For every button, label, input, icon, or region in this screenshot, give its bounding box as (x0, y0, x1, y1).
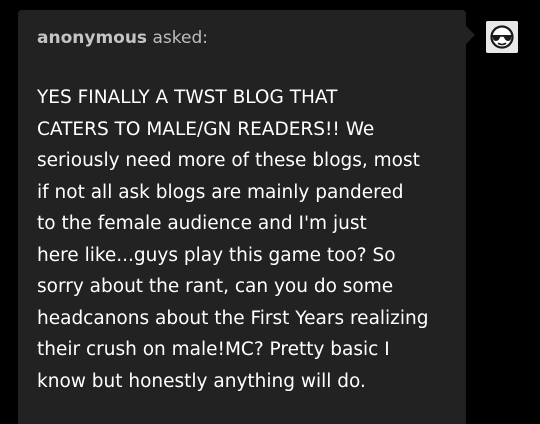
ask-line: their crush on male!MC? Pretty basic I (37, 339, 390, 360)
ask-header: anonymous asked: (37, 26, 208, 50)
ask-line: CATERS TO MALE/GN READERS!! We (37, 118, 375, 140)
sunglasses-face-icon (486, 21, 518, 53)
ask-line: sorry about the rant, can you do some (37, 276, 394, 297)
ask-line: know but honestly anything will do. (37, 370, 366, 392)
ask-line: here like...guys play this game too? So (37, 244, 396, 266)
ask-page: anonymous asked: YES FINALLY A TWST BLOG… (0, 0, 540, 424)
ask-line: to the female audience and I'm just (37, 213, 367, 234)
ask-line: if not all ask blogs are mainly pandered (37, 181, 404, 203)
ask-line: YES FINALLY A TWST BLOG THAT (37, 87, 338, 108)
asked-label: asked: (152, 28, 208, 48)
ask-body: YES FINALLY A TWST BLOG THAT CATERS TO M… (37, 82, 447, 397)
anonymous-avatar-icon[interactable] (486, 21, 518, 53)
ask-line: seriously need more of these blogs, most (37, 150, 420, 171)
asker-name[interactable]: anonymous (37, 28, 147, 48)
ask-card: anonymous asked: YES FINALLY A TWST BLOG… (18, 10, 475, 424)
ask-line: headcanons about the First Years realizi… (37, 307, 429, 329)
